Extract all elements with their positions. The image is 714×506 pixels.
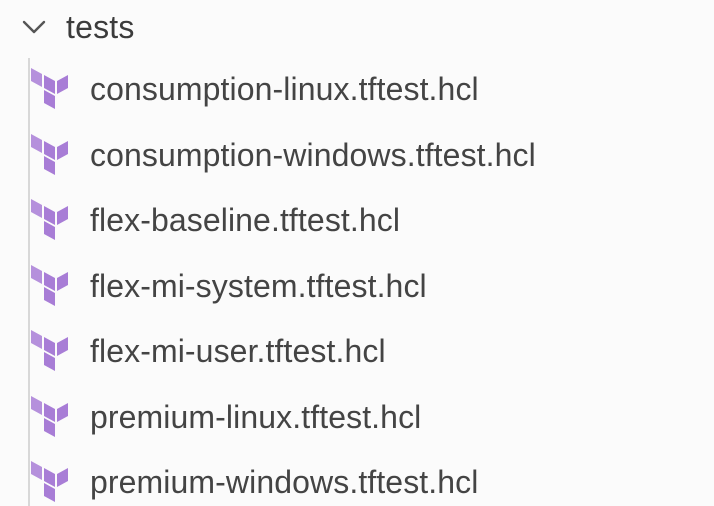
file-label: flex-mi-user.tftest.hcl bbox=[90, 333, 386, 369]
file-label: consumption-windows.tftest.hcl bbox=[90, 136, 536, 173]
terraform-icon bbox=[31, 330, 68, 371]
file-label: flex-baseline.tftest.hcl bbox=[90, 202, 401, 238]
file-item[interactable]: flex-baseline.tftest.hcl bbox=[0, 187, 714, 253]
terraform-icon bbox=[31, 461, 68, 502]
terraform-icon bbox=[31, 68, 68, 109]
folder-tests[interactable]: tests bbox=[0, 0, 714, 56]
file-item[interactable]: flex-mi-system.tftest.hcl bbox=[0, 253, 714, 319]
terraform-icon bbox=[31, 199, 68, 240]
terraform-icon bbox=[31, 264, 68, 306]
file-label: premium-linux.tftest.hcl bbox=[90, 398, 422, 435]
file-item[interactable]: premium-linux.tftest.hcl bbox=[0, 384, 714, 450]
file-item[interactable]: consumption-windows.tftest.hcl bbox=[0, 122, 714, 188]
terraform-icon bbox=[31, 133, 68, 175]
file-list: consumption-linux.tftest.hcl consumption… bbox=[0, 56, 714, 506]
file-label: consumption-linux.tftest.hcl bbox=[90, 71, 479, 107]
file-label: flex-mi-system.tftest.hcl bbox=[90, 267, 427, 304]
file-item[interactable]: premium-windows.tftest.hcl bbox=[0, 449, 714, 506]
terraform-icon bbox=[31, 395, 68, 437]
file-label: premium-windows.tftest.hcl bbox=[90, 464, 479, 500]
chevron-down-icon[interactable] bbox=[20, 16, 48, 38]
folder-label: tests bbox=[66, 9, 135, 45]
file-item[interactable]: flex-mi-user.tftest.hcl bbox=[0, 318, 714, 384]
file-item[interactable]: consumption-linux.tftest.hcl bbox=[0, 56, 714, 122]
file-explorer: tests consumption-linux.tftest.hcl consu… bbox=[0, 0, 714, 506]
